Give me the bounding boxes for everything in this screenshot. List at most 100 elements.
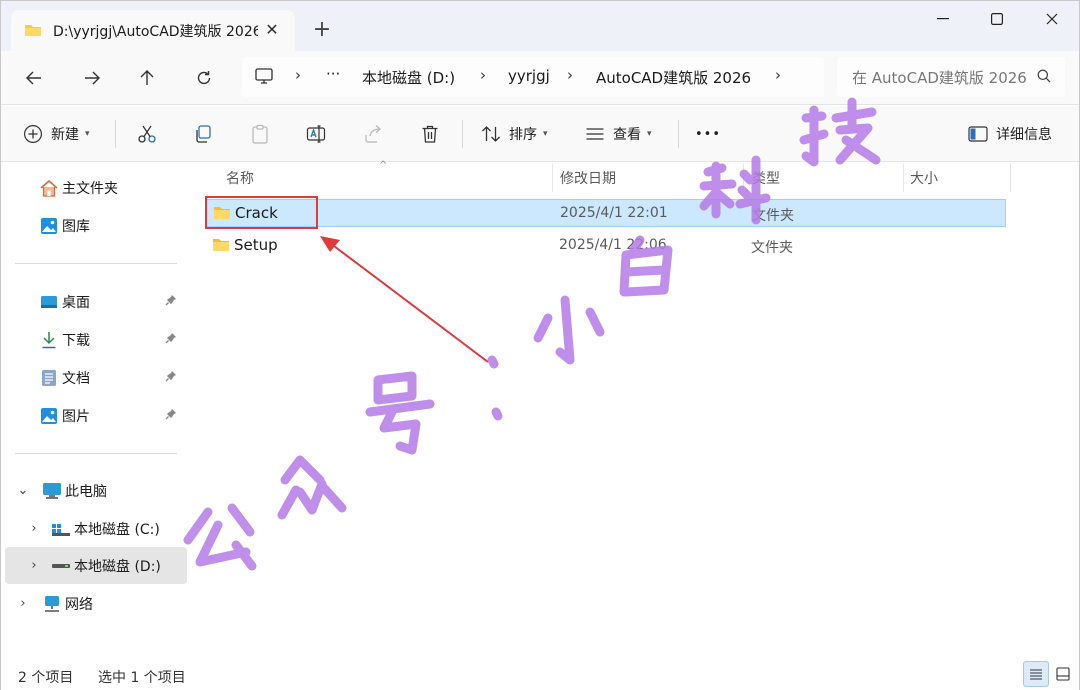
file-modified: 2025/4/1 22:01	[560, 205, 668, 221]
refresh-button[interactable]	[189, 63, 219, 93]
sidebar-item-label: 本地磁盘 (C:)	[74, 521, 160, 538]
breadcrumb-separator: ›	[775, 66, 781, 84]
close-window-button[interactable]	[1025, 1, 1079, 37]
breadcrumb-drive-d[interactable]: 本地磁盘 (D:)	[362, 67, 455, 88]
pin-icon[interactable]	[165, 370, 177, 387]
tiles-view-button[interactable]	[1050, 661, 1076, 687]
toolbar-divider	[115, 120, 116, 148]
file-row-crack[interactable]: Crack 2025/4/1 22:01 文件夹	[205, 199, 1006, 227]
sidebar-item-this-pc[interactable]: ⌄ 此电脑	[5, 472, 187, 509]
file-type: 文件夹	[751, 240, 793, 256]
sidebar-divider	[15, 453, 177, 454]
item-count: 2 个项目	[18, 670, 74, 686]
breadcrumb-separator: ›	[480, 66, 486, 84]
breadcrumb-more[interactable]: ···	[326, 65, 340, 83]
folder-icon	[212, 237, 230, 257]
tab-close-icon[interactable]: ✕	[261, 19, 283, 41]
pin-icon[interactable]	[165, 408, 177, 425]
chevron-down-icon[interactable]: ⌄	[14, 483, 32, 498]
breadcrumb-yyrjgj[interactable]: yyrjgj	[508, 67, 550, 85]
tiles-view-icon	[1056, 667, 1070, 681]
column-divider[interactable]	[743, 164, 744, 192]
column-header-label: 名称	[226, 171, 254, 187]
copy-button[interactable]	[193, 120, 213, 148]
clipboard-icon	[252, 124, 268, 144]
chevron-right-icon[interactable]: ›	[14, 596, 32, 611]
forward-button[interactable]	[77, 63, 107, 93]
file-modified: 2025/4/1 22:06	[559, 237, 667, 253]
column-header-label: 修改日期	[560, 171, 616, 187]
copy-icon	[196, 125, 211, 143]
details-pane-icon	[968, 126, 988, 142]
sidebar-item-drive-d[interactable]: › 本地磁盘 (D:)	[5, 547, 187, 584]
plus-circle-icon	[24, 125, 42, 143]
paste-button[interactable]	[250, 120, 270, 148]
maximize-button[interactable]	[970, 1, 1024, 37]
pin-icon[interactable]	[165, 294, 177, 311]
sidebar-item-label: 文档	[62, 370, 90, 387]
view-list-icon	[586, 128, 604, 140]
sidebar-item-label: 网络	[65, 596, 93, 613]
column-header-size[interactable]: 大小	[910, 162, 1010, 194]
column-divider[interactable]	[552, 164, 553, 192]
details-label: 详细信息	[996, 127, 1052, 143]
back-button[interactable]	[19, 63, 49, 93]
column-header-modified[interactable]: 修改日期	[560, 162, 745, 194]
details-pane-button[interactable]: 详细信息	[968, 120, 1052, 148]
new-button[interactable]: 新建 ▾	[23, 120, 90, 148]
toolbar-divider	[678, 120, 679, 148]
sidebar-item-drive-c[interactable]: › 本地磁盘 (C:)	[5, 510, 187, 547]
sidebar-divider	[15, 263, 177, 264]
pictures-icon	[39, 406, 59, 426]
up-button[interactable]	[132, 63, 162, 93]
breadcrumb-separator: ›	[567, 66, 573, 84]
home-icon	[39, 178, 59, 198]
chevron-right-icon[interactable]: ›	[25, 521, 43, 536]
search-input[interactable]: 在 AutoCAD建筑版 2026 中搜索	[837, 57, 1065, 97]
column-divider[interactable]	[1010, 164, 1011, 192]
sort-icon	[482, 126, 500, 142]
sidebar-item-label: 本地磁盘 (D:)	[74, 558, 161, 575]
column-header-type[interactable]: 类型	[752, 162, 902, 194]
more-options-button[interactable]: •••	[695, 120, 721, 148]
cut-button[interactable]	[137, 120, 157, 148]
pin-icon[interactable]	[165, 332, 177, 349]
toolbar-divider	[462, 120, 463, 148]
delete-button[interactable]	[420, 120, 440, 148]
view-button[interactable]: 查看 ▾	[585, 120, 652, 148]
sort-label: 排序	[509, 127, 537, 143]
file-row-setup[interactable]: Setup 2025/4/1 22:06 文件夹	[205, 232, 1006, 260]
sidebar-item-label: 下载	[62, 332, 90, 349]
trash-icon	[422, 125, 438, 143]
details-view-button[interactable]	[1023, 661, 1049, 687]
sort-button[interactable]: 排序 ▾	[481, 120, 548, 148]
network-icon	[42, 594, 62, 614]
column-header-name[interactable]: 名称	[226, 162, 546, 194]
documents-icon	[39, 368, 59, 388]
breadcrumb-autocad[interactable]: AutoCAD建筑版 2026	[596, 67, 751, 88]
sidebar-item-label: 图库	[62, 218, 90, 235]
address-bar[interactable]: › ··· 本地磁盘 (D:) › yyrjgj › AutoCAD建筑版 20…	[242, 57, 824, 97]
share-icon	[365, 125, 381, 143]
chevron-down-icon: ▾	[85, 129, 90, 139]
sidebar-item-network[interactable]: › 网络	[5, 585, 187, 622]
annotation-highlight-box	[205, 196, 318, 229]
this-pc-icon[interactable]	[255, 68, 273, 89]
minimize-button[interactable]	[916, 1, 970, 37]
column-divider[interactable]	[903, 164, 904, 192]
new-tab-button[interactable]: +	[307, 15, 337, 45]
share-button[interactable]	[363, 120, 383, 148]
command-bar: 新建 ▾ 排序 ▾ 查看 ▾ ••• 详细信息	[1, 106, 1079, 162]
sidebar-item-label: 主文件夹	[62, 180, 118, 197]
refresh-icon	[197, 71, 211, 85]
computer-icon	[42, 481, 62, 501]
folder-icon	[24, 22, 42, 42]
new-label: 新建	[51, 127, 79, 143]
rename-button[interactable]	[306, 120, 326, 148]
tab-current-folder[interactable]: D:\yyrjgj\AutoCAD建筑版 2026 ✕	[11, 10, 295, 51]
file-explorer-window: D:\yyrjgj\AutoCAD建筑版 2026 ✕ + › ··· 本地磁盘…	[0, 0, 1080, 690]
status-bar: 2 个项目 选中 1 个项目	[1, 657, 1079, 690]
column-header-label: 类型	[752, 171, 780, 187]
chevron-right-icon[interactable]: ›	[25, 558, 43, 573]
navigation-pane: 主文件夹 图库 桌面 下载 文档 图片 ⌄ 此电脑 › 本地磁盘 (C:) › …	[1, 162, 191, 657]
